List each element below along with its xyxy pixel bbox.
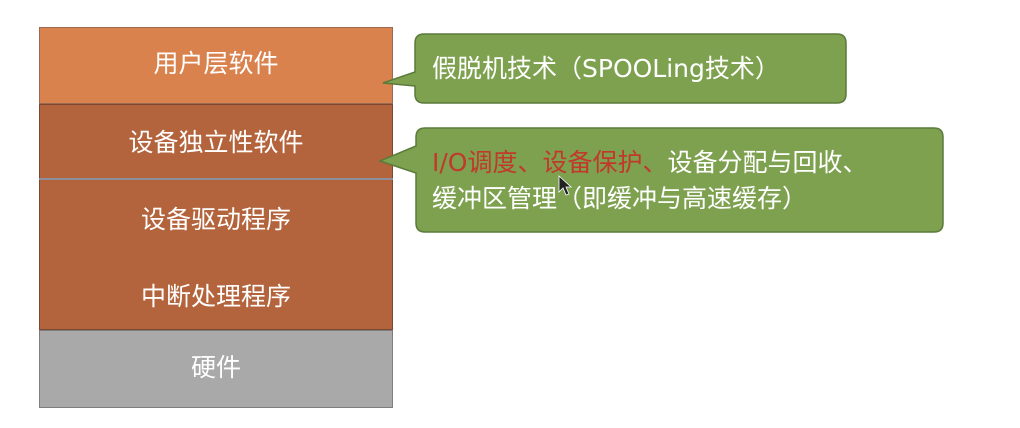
functions-callout-line1: I/O调度、设备保护、设备分配与回收、	[432, 145, 932, 181]
io-scheduling-text: I/O调度、	[432, 148, 543, 177]
spooling-callout-text: 假脱机技术（SPOOLing技术）	[432, 54, 780, 83]
device-protection-text: 设备保护、	[542, 148, 668, 177]
functions-callout-text: I/O调度、设备保护、设备分配与回收、 缓冲区管理（即缓冲与高速缓存）	[432, 145, 932, 217]
functions-callout-line2: 缓冲区管理（即缓冲与高速缓存）	[432, 184, 808, 213]
device-allocation-text: 设备分配与回收、	[667, 148, 868, 177]
